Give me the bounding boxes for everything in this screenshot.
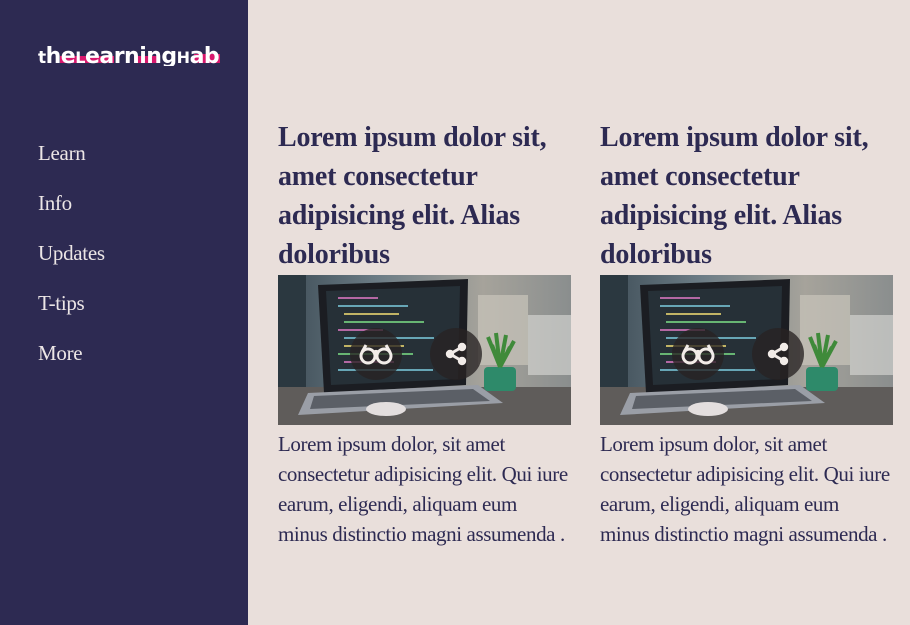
article-card: Lorem ipsum dolor sit, amet consectetur …: [600, 118, 893, 549]
nav-item-info[interactable]: Info: [38, 190, 105, 240]
nav-item-learn[interactable]: Learn: [38, 140, 105, 190]
glasses-icon: [359, 344, 393, 365]
card-text: Lorem ipsum dolor, sit amet consectetur …: [600, 432, 890, 546]
article-card: Lorem ipsum dolor sit, amet consectetur …: [278, 118, 571, 549]
logo-wordmark: theLearningHab: [38, 44, 220, 66]
main-nav: Learn Info Updates T-tips More: [38, 140, 105, 390]
card-text: Lorem ipsum dolor, sit amet consectetur …: [278, 432, 568, 546]
share-icon: [767, 342, 789, 366]
glasses-icon: [681, 344, 715, 365]
card-image: [278, 275, 571, 425]
laptop-photo: [600, 275, 893, 425]
read-button[interactable]: [350, 328, 402, 380]
laptop-photo: [278, 275, 571, 425]
share-button[interactable]: [430, 328, 482, 380]
read-button[interactable]: [672, 328, 724, 380]
card-image: [600, 275, 893, 425]
share-button[interactable]: [752, 328, 804, 380]
card-title[interactable]: Lorem ipsum dolor sit, amet consectetur …: [600, 118, 893, 274]
sidebar: theLearningHab Learn Info Updates T-tips…: [0, 0, 248, 625]
nav-item-t-tips[interactable]: T-tips: [38, 290, 105, 340]
nav-item-more[interactable]: More: [38, 340, 105, 390]
svg-text:theLearningHab: theLearningHab: [38, 44, 219, 66]
share-icon: [445, 342, 467, 366]
card-title[interactable]: Lorem ipsum dolor sit, amet consectetur …: [278, 118, 571, 274]
nav-item-updates[interactable]: Updates: [38, 240, 105, 290]
site-logo[interactable]: theLearningHab: [38, 36, 220, 66]
